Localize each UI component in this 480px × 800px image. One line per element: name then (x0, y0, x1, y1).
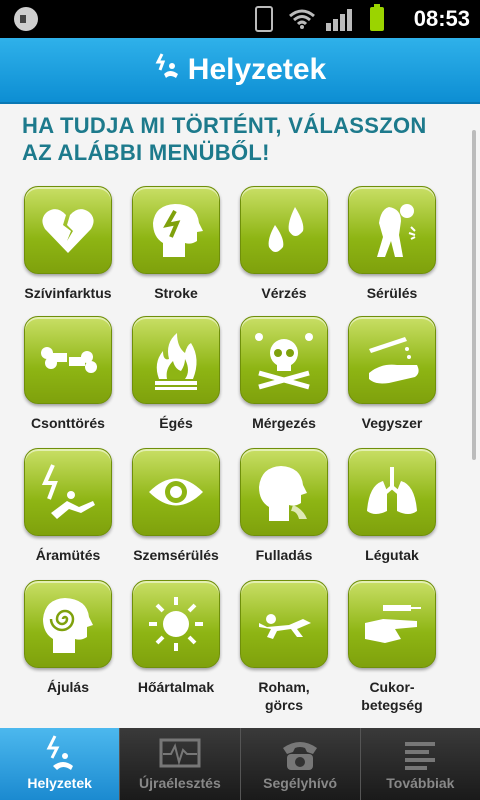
tab-2[interactable]: Újraélesztés (119, 728, 239, 800)
eye-icon (149, 478, 203, 506)
situation-tile-label: Mérgezés (252, 415, 316, 431)
tab-3[interactable]: Segélyhívó (239, 728, 360, 800)
bottom-tab-bar: Helyzetek Újraélesztés Segélyhívó Továbbiak (0, 728, 480, 800)
situation-tile-8[interactable]: Vegyszer (338, 316, 446, 432)
vibrate-icon (255, 6, 273, 32)
situation-tile-button[interactable] (24, 186, 112, 274)
situation-tile-button[interactable] (348, 580, 436, 668)
situation-tile-button[interactable] (240, 448, 328, 536)
situation-tile-label: Cukor- betegség (361, 679, 423, 713)
electric-person-icon (155, 53, 178, 78)
tab-label: Újraélesztés (139, 775, 221, 791)
situation-tile-label: Ájulás (46, 679, 89, 695)
situation-tile-10[interactable]: Szemsérülés (122, 448, 230, 564)
telephone-icon (283, 742, 318, 770)
situation-tile-3[interactable]: Vérzés (230, 186, 338, 302)
situation-tile-label: Stroke (154, 285, 198, 301)
situation-tile-label: Vegyszer (361, 415, 423, 431)
electric-person-icon (46, 735, 73, 770)
battery-icon (370, 4, 384, 31)
situation-tile-6[interactable]: Égés (122, 316, 230, 432)
situation-tile-button[interactable] (240, 316, 328, 404)
situation-tile-button[interactable] (24, 316, 112, 404)
notification-icon (14, 7, 38, 31)
situation-tile-4[interactable]: Sérülés (338, 186, 446, 302)
situation-tile-16[interactable]: Cukor- betegség (338, 580, 446, 714)
situation-tile-label: Égés (159, 415, 193, 431)
situation-tile-button[interactable] (240, 186, 328, 274)
situation-tile-button[interactable] (348, 316, 436, 404)
syringe-hand-icon (365, 605, 421, 643)
flame-icon (155, 333, 197, 390)
situation-tile-button[interactable] (24, 580, 112, 668)
situation-tile-label: Csonttörés (31, 415, 105, 431)
situation-tile-button[interactable] (132, 448, 220, 536)
situation-tile-button[interactable] (132, 316, 220, 404)
situation-tile-5[interactable]: Csonttörés (14, 316, 122, 432)
situation-tile-label: Áramütés (35, 547, 101, 563)
situation-tile-2[interactable]: Stroke (122, 186, 230, 302)
situation-tile-12[interactable]: Légutak (338, 448, 446, 564)
chemical-hand-icon (369, 337, 419, 384)
lungs-icon (367, 467, 417, 514)
situation-tile-button[interactable] (132, 580, 220, 668)
injured-person-icon (377, 204, 416, 257)
electrocution-icon (41, 464, 95, 519)
tab-1[interactable]: Helyzetek (0, 728, 120, 800)
tab-label: Segélyhívó (263, 775, 338, 791)
head-bolt-icon (153, 204, 203, 257)
situation-tile-11[interactable]: Fulladás (230, 448, 338, 564)
wifi-icon (289, 9, 315, 29)
clock: 08:53 (413, 6, 470, 31)
seizure-icon (259, 614, 311, 639)
situation-tile-label: Roham, görcs (258, 679, 310, 713)
situation-tile-button[interactable] (24, 448, 112, 536)
broken-bone-icon (41, 347, 97, 373)
situation-tile-13[interactable]: Ájulás (14, 580, 122, 696)
situation-tile-label: Légutak (365, 547, 419, 563)
sun-icon (149, 597, 203, 651)
situation-tile-9[interactable]: Áramütés (14, 448, 122, 564)
situation-tile-label: Hőártalmak (137, 679, 215, 695)
page-title: Helyzetek (187, 53, 327, 86)
broken-heart-icon (42, 209, 94, 253)
title-bar: Helyzetek (0, 38, 480, 104)
skull-icon (255, 333, 313, 390)
ecg-monitor-icon (159, 738, 201, 768)
tab-4[interactable]: Továbbiak (359, 728, 480, 800)
situation-tile-15[interactable]: Roham, görcs (230, 580, 338, 714)
tab-label: Továbbiak (386, 775, 455, 791)
situation-tile-label: Vérzés (261, 285, 307, 301)
status-bar: 08:53 (0, 0, 480, 38)
drops-icon (268, 207, 304, 252)
situation-tile-1[interactable]: Szívinfarktus (14, 186, 122, 302)
situation-tile-label: Szemsérülés (133, 547, 219, 563)
list-icon (405, 742, 436, 770)
situation-tile-label: Sérülés (366, 285, 418, 301)
instruction-heading: HA TUDJA MI TÖRTÉNT, VÁLASSZON AZ ALÁBBI… (22, 113, 427, 165)
situation-tile-label: Szívinfarktus (24, 285, 112, 301)
situation-tile-label: Fulladás (255, 547, 313, 563)
situation-tile-button[interactable] (132, 186, 220, 274)
scrollbar[interactable] (472, 130, 476, 460)
situation-tile-14[interactable]: Hőártalmak (122, 580, 230, 696)
situation-tile-button[interactable] (348, 448, 436, 536)
choking-icon (259, 466, 307, 521)
tab-label: Helyzetek (27, 775, 92, 791)
situation-tile-button[interactable] (240, 580, 328, 668)
situation-tile-button[interactable] (348, 186, 436, 274)
situation-tile-7[interactable]: Mérgezés (230, 316, 338, 432)
signal-icon (326, 7, 354, 31)
spiral-head-icon (43, 598, 93, 653)
